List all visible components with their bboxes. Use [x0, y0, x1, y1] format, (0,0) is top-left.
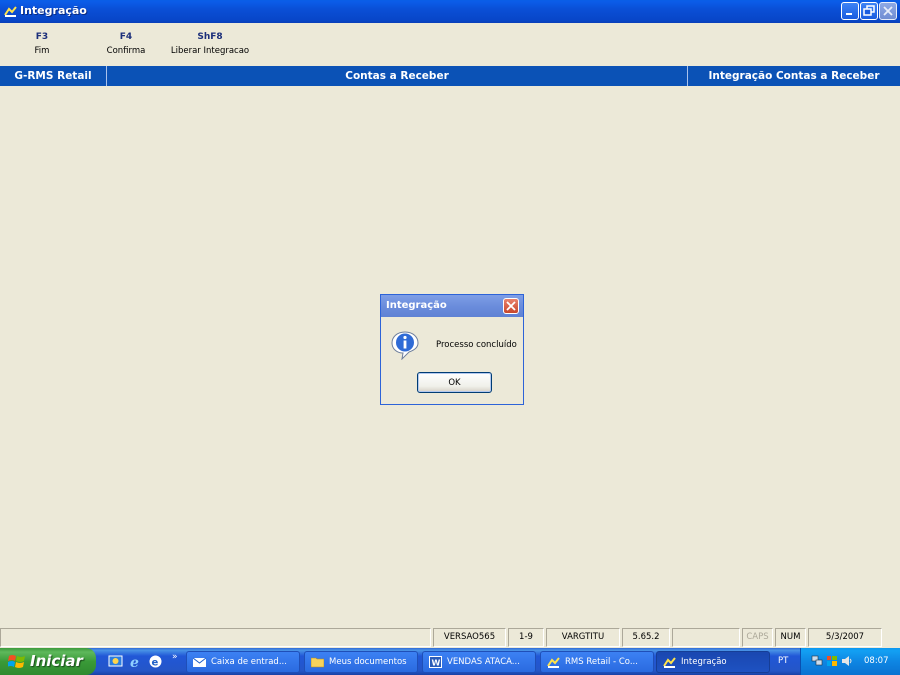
rms-icon [547, 657, 560, 668]
close-icon [883, 6, 893, 16]
svg-text:W: W [432, 659, 441, 668]
status-build: 5.65.2 [622, 628, 670, 647]
dialog-close-button[interactable] [503, 298, 519, 314]
network-icon[interactable] [811, 655, 823, 667]
status-message-pane [0, 628, 431, 647]
speaker-icon[interactable] [841, 655, 853, 667]
restore-button[interactable] [860, 2, 878, 20]
task-rms-retail[interactable]: RMS Retail - Co... [540, 651, 654, 673]
dialog-title-bar[interactable]: Integração [381, 295, 523, 317]
restore-icon [863, 5, 875, 16]
screen-name: Integração Contas a Receber [708, 70, 880, 82]
task-label: Integração [681, 657, 727, 667]
fkey-label: Liberar Integracao [170, 46, 250, 56]
window-title: Integração [20, 4, 87, 17]
task-integracao[interactable]: Integração [656, 651, 770, 673]
dialog-title: Integração [386, 300, 447, 311]
fkey-fim[interactable]: F3 Fim [30, 32, 54, 56]
fkey-label: Fim [34, 46, 50, 56]
rms-icon [663, 657, 676, 668]
rms-app-icon [4, 6, 17, 17]
fkey-code: ShF8 [197, 32, 223, 42]
fkey-code: F3 [35, 32, 49, 42]
ok-button[interactable]: OK [417, 372, 492, 393]
outlook-express-icon[interactable]: e [148, 654, 163, 669]
word-icon: W [429, 656, 442, 668]
status-caps: CAPS [742, 628, 773, 647]
desktop-icon[interactable] [108, 654, 123, 669]
security-shield-icon[interactable] [826, 655, 838, 667]
close-button[interactable] [879, 2, 897, 20]
windows-logo-icon [8, 655, 25, 668]
task-my-documents[interactable]: Meus documentos [304, 651, 418, 673]
close-icon [506, 301, 516, 311]
task-label: Meus documentos [329, 657, 407, 667]
status-date: 5/3/2007 [808, 628, 882, 647]
task-label: VENDAS ATACA... [447, 657, 520, 667]
fkey-liberar-integracao[interactable]: ShF8 Liberar Integracao [168, 32, 252, 56]
module-name: Contas a Receber [345, 70, 449, 82]
task-label: Caixa de entrad... [211, 657, 287, 667]
task-vendas-atacado[interactable]: W VENDAS ATACA... [422, 651, 536, 673]
status-empty-pane [672, 628, 740, 647]
info-icon [391, 331, 419, 360]
svg-text:e: e [152, 658, 159, 669]
minimize-icon [846, 13, 852, 15]
status-bar: VERSAO565 1-9 VARGTITU 5.65.2 CAPS NUM 5… [0, 627, 900, 648]
clock[interactable]: 08:07 [864, 656, 889, 666]
window-title-bar[interactable]: Integração [0, 0, 900, 23]
svg-text:e: e [130, 655, 139, 669]
start-button[interactable]: Iniciar [0, 648, 96, 675]
dialog-message: Processo concluído [436, 340, 517, 350]
start-label: Iniciar [30, 652, 83, 670]
status-program: VARGTITU [546, 628, 620, 647]
language-indicator[interactable]: PT [778, 656, 788, 666]
fkey-code: F4 [119, 32, 133, 42]
internet-explorer-icon[interactable]: e [128, 654, 143, 669]
taskbar: Iniciar e e » Caixa de entrad... Meus do… [0, 648, 900, 675]
folder-icon [311, 657, 324, 668]
message-dialog: Integração Processo concluído OK [380, 294, 524, 405]
status-version: VERSAO565 [433, 628, 506, 647]
status-page: 1-9 [508, 628, 544, 647]
fkey-label: Confirma [106, 46, 146, 56]
function-key-toolbar: F3 Fim F4 Confirma ShF8 Liberar Integrac… [0, 23, 900, 66]
system-name: G-RMS Retail [14, 70, 92, 82]
task-label: RMS Retail - Co... [565, 657, 638, 667]
fkey-confirma[interactable]: F4 Confirma [104, 32, 148, 56]
outlook-icon [193, 657, 206, 667]
quicklaunch-more-icon[interactable]: » [172, 652, 178, 662]
task-inbox[interactable]: Caixa de entrad... [186, 651, 300, 673]
module-header: G-RMS Retail Contas a Receber Integração… [0, 66, 900, 86]
status-num: NUM [775, 628, 806, 647]
minimize-button[interactable] [841, 2, 859, 20]
